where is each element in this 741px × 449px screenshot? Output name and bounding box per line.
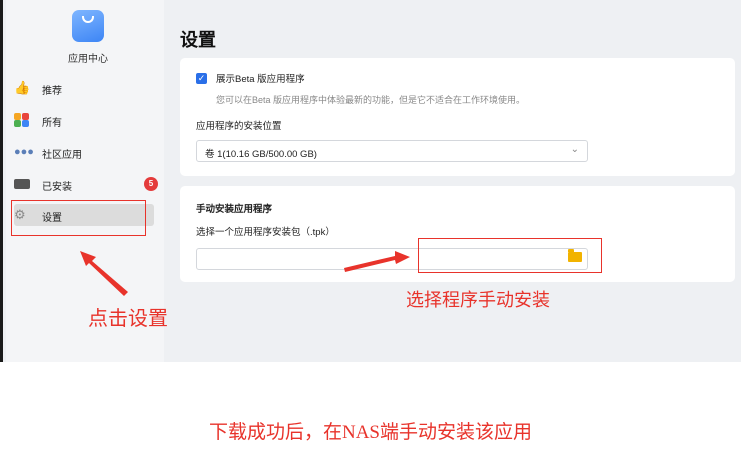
choose-program-annotation: 选择程序手动安装 (406, 290, 550, 310)
annotation-arrows (80, 251, 410, 296)
click-settings-annotation: 点击设置 (88, 308, 168, 330)
arrow-to-settings (80, 251, 128, 296)
caption-text: 下载成功后，在NAS端手动安装该应用 (208, 422, 532, 443)
arrow-to-file-picker (344, 251, 410, 272)
